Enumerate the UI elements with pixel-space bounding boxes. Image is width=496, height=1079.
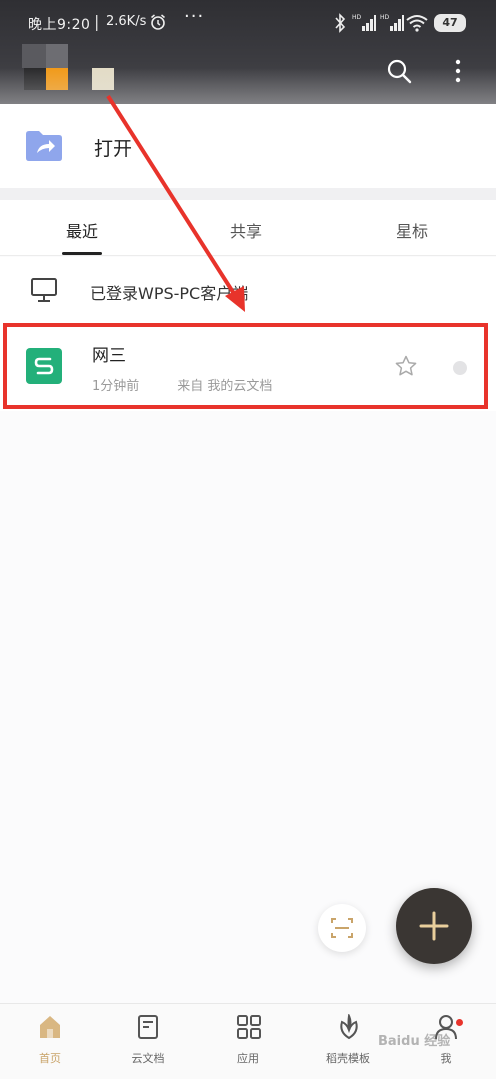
bluetooth-icon xyxy=(335,13,346,33)
svg-text:HD: HD xyxy=(380,14,390,21)
search-icon[interactable] xyxy=(386,58,412,84)
apps-grid-icon xyxy=(237,1015,261,1039)
nav-home-label: 首页 xyxy=(39,1052,61,1065)
tab-starred[interactable]: 星标 xyxy=(396,218,428,242)
nav-apps[interactable]: 应用 xyxy=(198,1004,298,1079)
more-vertical-icon[interactable] xyxy=(448,58,468,84)
file-name: 网三 xyxy=(92,346,126,366)
more-notifications-icon: ··· xyxy=(184,6,205,27)
wifi-icon xyxy=(406,15,428,32)
notification-badge xyxy=(456,1019,463,1026)
nav-me-label: 我 xyxy=(440,1052,452,1065)
open-label: 打开 xyxy=(94,138,133,160)
watermark: Baidu 经验 xyxy=(378,1034,451,1049)
leaf-icon xyxy=(340,1014,358,1040)
active-tab-indicator xyxy=(62,252,102,255)
open-file-row[interactable]: 打开 xyxy=(0,104,496,188)
nav-templates-label: 稻壳模板 xyxy=(326,1052,370,1065)
scan-icon xyxy=(331,918,353,938)
spreadsheet-file-icon xyxy=(26,348,62,384)
home-icon xyxy=(40,1016,60,1038)
file-meta: 1分钟前 来自 我的云文档 xyxy=(92,375,272,394)
battery-indicator: 47 xyxy=(434,14,466,32)
status-separator: | xyxy=(94,12,100,31)
file-time: 1分钟前 xyxy=(92,379,140,394)
create-new-button[interactable] xyxy=(396,888,472,964)
tab-shared[interactable]: 共享 xyxy=(230,218,262,242)
pc-login-label: 已登录WPS-PC客户端 xyxy=(90,284,249,303)
signal-icon-2: HD xyxy=(380,14,404,31)
tab-recent[interactable]: 最近 xyxy=(66,218,98,242)
cloud-doc-icon xyxy=(138,1015,158,1039)
status-time: 晚上9:20 xyxy=(28,17,91,33)
pc-login-row[interactable]: 已登录WPS-PC客户端 xyxy=(0,257,496,321)
alarm-icon xyxy=(151,14,165,30)
file-tabs: 最近 共享 星标 xyxy=(0,200,496,256)
star-icon[interactable] xyxy=(394,354,418,378)
avatar[interactable] xyxy=(22,42,118,94)
scan-button[interactable] xyxy=(318,904,366,952)
nav-cloud-docs[interactable]: 云文档 xyxy=(98,1004,198,1079)
nav-apps-label: 应用 xyxy=(237,1052,259,1065)
list-item[interactable]: 网三 1分钟前 来自 我的云文档 xyxy=(0,321,496,411)
signal-icon: HD xyxy=(352,14,376,31)
folder-share-icon xyxy=(26,131,62,161)
file-source: 来自 我的云文档 xyxy=(177,379,273,394)
section-divider xyxy=(0,188,496,200)
monitor-icon xyxy=(31,278,57,302)
nav-cloud-docs-label: 云文档 xyxy=(131,1052,165,1065)
app-header: 晚上9:20 | 2.6K/s ··· HD HD 47 xyxy=(0,0,496,104)
network-speed: 2.6K/s xyxy=(106,14,147,29)
status-bar: 晚上9:20 | 2.6K/s ··· HD HD 47 xyxy=(0,0,496,48)
nav-home[interactable]: 首页 xyxy=(0,1004,100,1079)
plus-icon xyxy=(419,911,449,941)
more-dot-icon[interactable] xyxy=(453,361,467,375)
svg-text:HD: HD xyxy=(352,14,362,21)
